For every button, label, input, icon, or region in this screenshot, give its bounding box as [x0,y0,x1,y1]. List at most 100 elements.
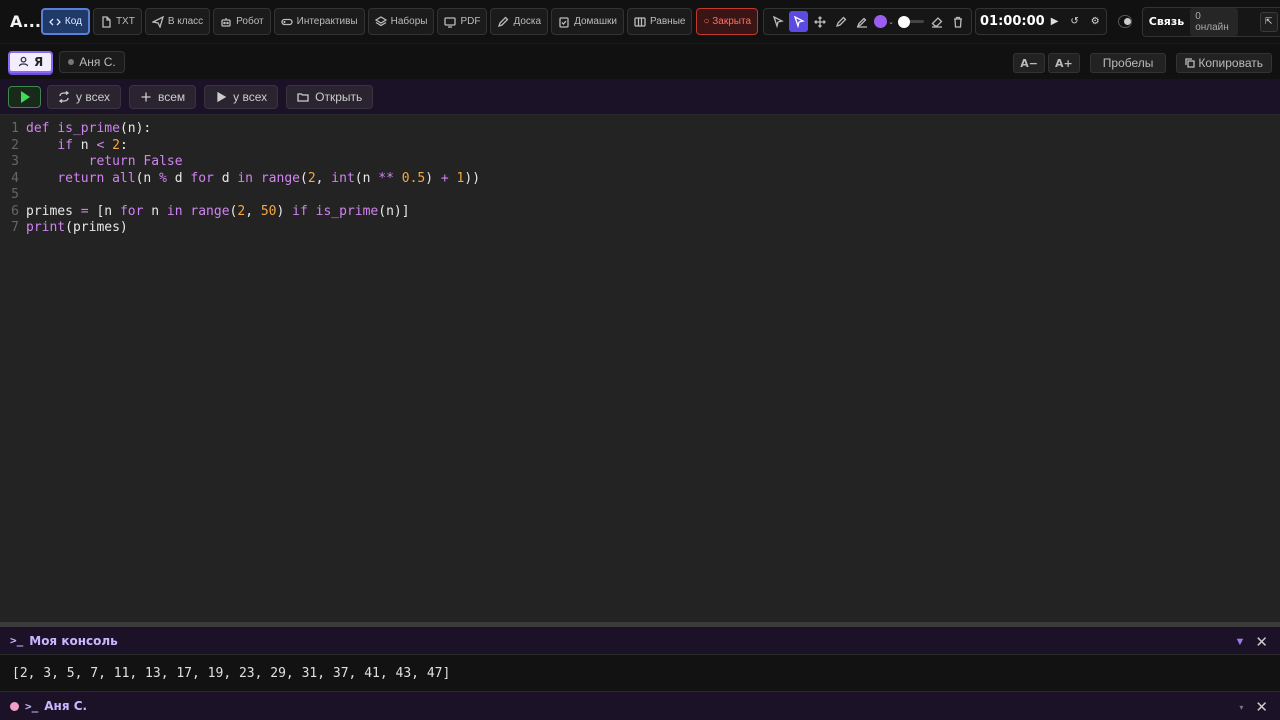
run-all-button[interactable]: у всех [204,84,279,109]
tab-pdf[interactable]: PDF [437,8,488,35]
status-dot [68,58,75,65]
highlighter-icon [856,17,867,28]
tab-interactives[interactable]: Интерактивы [273,8,365,35]
layers-icon [374,15,387,26]
send-icon [151,15,164,28]
file-icon [102,15,111,28]
close-console-button[interactable]: ✕ [1255,633,1268,651]
eraser-tool[interactable] [927,11,946,32]
line-number: 5 [11,187,19,202]
sync-all-button[interactable]: у всех [47,84,121,109]
copy-button[interactable]: Копировать [1176,53,1272,73]
editor-options: A− A+ Пробелы Копировать [1010,53,1272,73]
tab-sets[interactable]: Наборы [367,8,435,35]
open-file-label: Открыть [315,89,363,104]
timer-play-button[interactable]: ▶ [1051,16,1059,27]
color-picker[interactable]: ⌄ [873,11,895,32]
code-line: 3 return False [0,153,182,170]
my-console-header: >_ Моя консоль ▼ ✕ [0,627,1280,655]
slider-knob[interactable] [898,15,911,28]
play-icon [217,91,227,102]
tab-homework[interactable]: Домашки [551,8,624,35]
record-toggle[interactable] [1117,15,1132,28]
tab-homework-label: Домашки [574,16,617,27]
timer-value: 01:00:00 [980,14,1045,29]
timer-settings-button[interactable]: ⚙ [1091,16,1100,27]
user-tab-me-label: Я [34,54,44,69]
user-color-dot [10,701,19,711]
code-line: 6 primes = [n for n in range(2, 50) if is… [0,203,410,220]
pen-tool[interactable] [831,11,850,32]
clear-tool[interactable] [948,11,967,32]
clipboard-icon [559,16,569,28]
columns-icon [634,16,646,27]
cursor-icon [772,15,784,28]
chevron-down-icon: ⌄ [888,18,894,26]
copy-button-label: Копировать [1198,56,1263,70]
code-line: 2 if n < 2: [0,137,128,154]
online-count-badge: 0 онлайн [1190,7,1238,36]
code-line: 1 def is_prime(n): [0,120,151,137]
font-increase-button[interactable]: A+ [1048,53,1080,73]
run-button[interactable] [8,85,41,108]
color-swatch [874,15,888,28]
code-text: print(primes) [26,220,128,235]
anya-console-title: Аня С. [44,699,88,713]
app-title[interactable]: A... [10,12,41,31]
tab-board-label: Доска [513,16,542,27]
code-editor[interactable]: 1 def is_prime(n): 2 if n < 2: 3 return F… [0,115,1280,622]
lesson-timer: 01:00:00 ▶ ↺ ⚙ [975,8,1107,35]
code-text: if n < 2: [57,138,128,153]
cursor-icon [793,15,805,28]
collapse-button[interactable]: ⇱ [1259,11,1278,32]
collapse-console-button[interactable]: ▼ [1235,636,1246,648]
expand-console-button[interactable]: ▾ [1239,703,1243,712]
tab-robot[interactable]: Робот [213,8,271,35]
timer-reset-button[interactable]: ↺ [1070,16,1078,27]
spaces-button[interactable]: Пробелы [1089,53,1167,73]
code-text: primes = [n for n in range(2, 50) if is_… [26,204,410,219]
eraser-icon [931,16,942,28]
tab-interactives-label: Интерактивы [296,16,358,27]
drawing-tools: ⌄ [763,8,973,35]
tab-peers[interactable]: Равные [626,8,693,35]
closed-status-button[interactable]: ○ Закрыта [696,8,759,35]
my-console-title: Моя консоль [29,633,118,648]
code-text: def is_prime(n): [26,121,152,136]
pencil-icon [835,16,846,27]
close-console2-button[interactable]: ✕ [1255,698,1268,716]
pointer-tool[interactable] [768,11,787,32]
add-all-button[interactable]: всем [128,84,197,109]
line-number: 7 [11,220,19,235]
run-all-label: у всех [233,89,268,104]
tab-robot-label: Робот [236,16,264,27]
marker-tool[interactable] [852,11,871,32]
code-line: 7 print(primes) [0,219,128,236]
user-tab-me[interactable]: Я [8,50,54,73]
line-number: 2 [11,138,19,153]
tab-txt[interactable]: TXT [92,8,142,35]
anya-console-header: >_ Аня С. ▾ ✕ [0,691,1280,720]
select-tool[interactable] [789,11,809,32]
trash-icon [953,16,962,28]
tab-sets-label: Наборы [390,16,428,27]
tab-class[interactable]: В класс [144,8,211,35]
tab-txt-label: TXT [115,16,135,27]
tab-board[interactable]: Доска [490,8,549,35]
tab-code[interactable]: Код [40,8,90,35]
user-icon [18,56,29,67]
move-tool[interactable] [810,11,829,32]
line-number: 3 [11,154,19,169]
code-text: return all(n % d for d in range(2, int(n… [57,171,481,186]
gamepad-icon [280,18,293,25]
line-number: 4 [11,171,19,186]
pencil-icon [498,16,509,27]
users-bar: Я Аня С. A− A+ Пробелы Копировать [0,43,1280,79]
stroke-size-slider[interactable] [897,11,925,32]
font-decrease-button[interactable]: A− [1013,53,1046,73]
sync-icon [58,90,70,103]
connection-title: Связь [1148,15,1185,28]
open-file-button[interactable]: Открыть [286,84,374,109]
code-line: 4 return all(n % d for d in range(2, int… [0,170,480,187]
user-tab-anya[interactable]: Аня С. [59,50,125,73]
